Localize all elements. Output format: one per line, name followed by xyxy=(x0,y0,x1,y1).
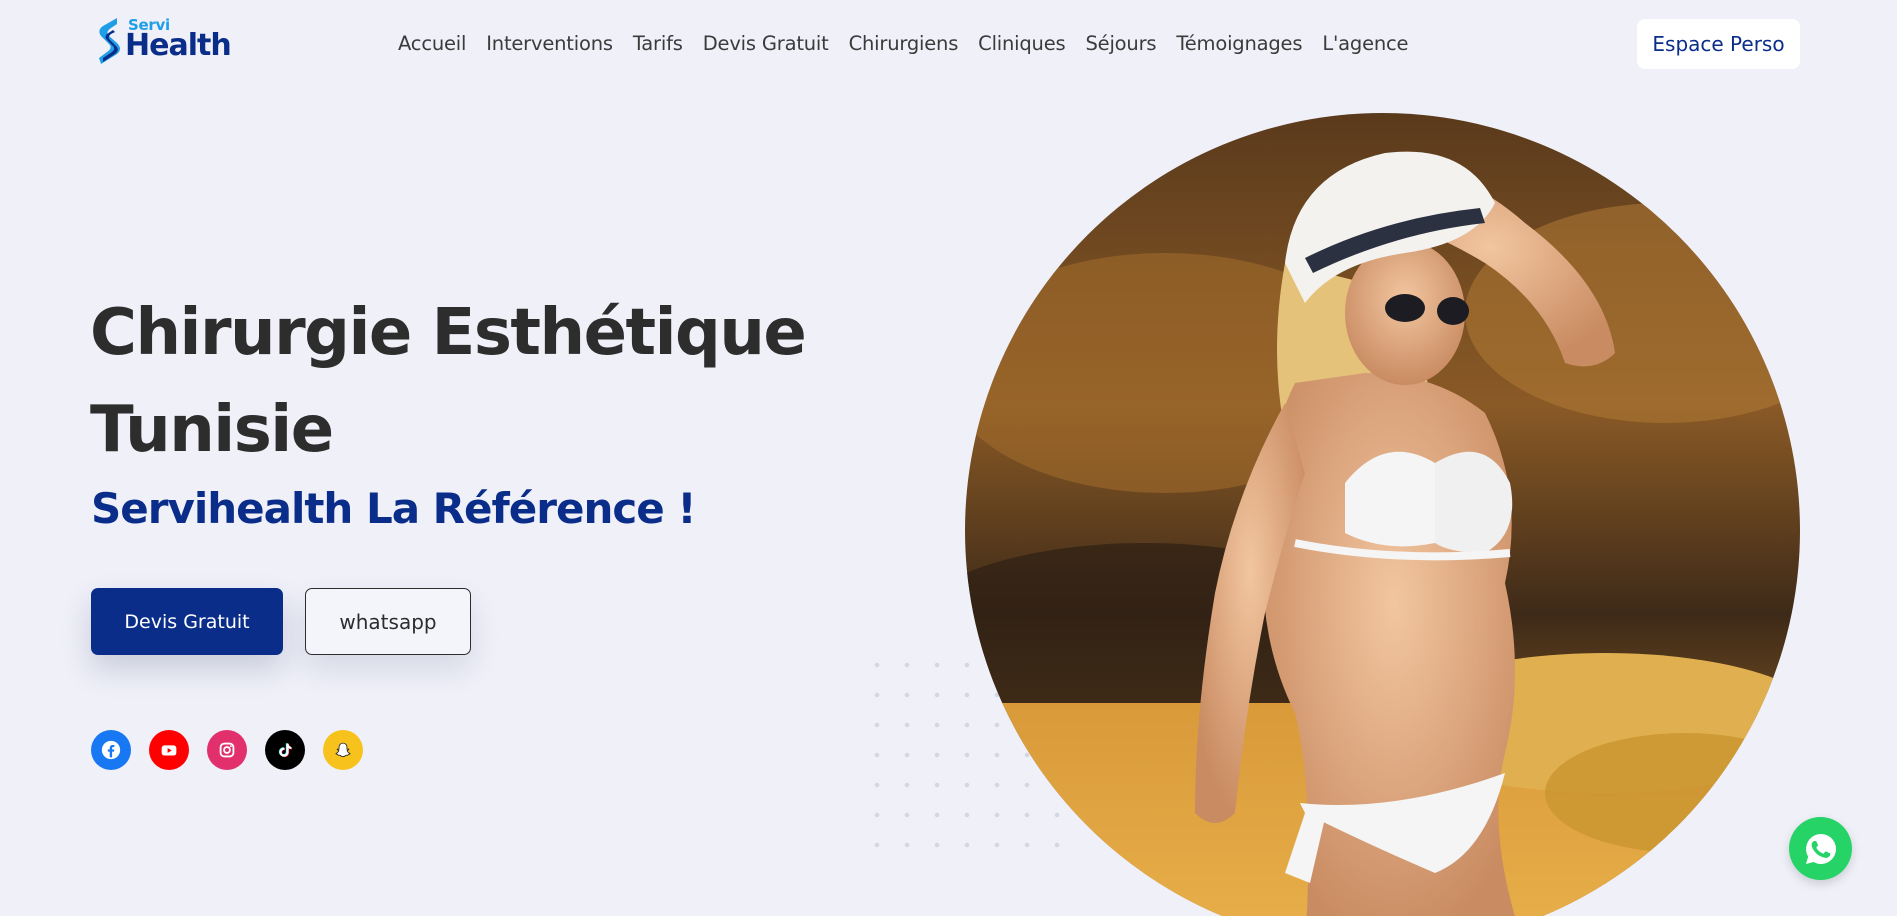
facebook-icon[interactable] xyxy=(91,730,131,770)
social-links xyxy=(91,730,363,770)
hero-title-line2: Tunisie xyxy=(90,393,334,467)
servihealth-s-logo-icon xyxy=(99,18,120,64)
nav-item-agence[interactable]: L'agence xyxy=(1322,32,1408,55)
nav-item-temoignages[interactable]: Témoignages xyxy=(1176,32,1302,55)
nav-item-sejours[interactable]: Séjours xyxy=(1085,32,1156,55)
site-logo[interactable]: Servi Health xyxy=(95,14,232,66)
youtube-icon[interactable] xyxy=(149,730,189,770)
nav-item-cliniques[interactable]: Cliniques xyxy=(978,32,1066,55)
nav-item-interventions[interactable]: Interventions xyxy=(486,32,613,55)
hero-photo xyxy=(965,113,1800,916)
woman-in-white-bikini-and-hat-on-beach-photo xyxy=(965,113,1800,916)
snapchat-icon[interactable] xyxy=(323,730,363,770)
whatsapp-button[interactable]: whatsapp xyxy=(305,588,471,655)
espace-perso-button[interactable]: Espace Perso xyxy=(1637,19,1800,69)
main-nav: Accueil Interventions Tarifs Devis Gratu… xyxy=(398,28,1409,58)
nav-item-devis-gratuit[interactable]: Devis Gratuit xyxy=(703,32,829,55)
logo-text-big: Health xyxy=(125,28,232,63)
hero-subtitle: Servihealth La Référence ! xyxy=(91,484,697,533)
instagram-icon[interactable] xyxy=(207,730,247,770)
whatsapp-icon[interactable] xyxy=(1789,817,1852,880)
nav-item-accueil[interactable]: Accueil xyxy=(398,32,466,55)
hero-title-line1: Chirurgie Esthétique xyxy=(90,296,807,370)
hero-title: Chirurgie Esthétique Tunisie xyxy=(90,285,890,479)
devis-gratuit-button[interactable]: Devis Gratuit xyxy=(91,588,283,655)
nav-item-chirurgiens[interactable]: Chirurgiens xyxy=(849,32,959,55)
tiktok-icon[interactable] xyxy=(265,730,305,770)
nav-item-tarifs[interactable]: Tarifs xyxy=(633,32,683,55)
